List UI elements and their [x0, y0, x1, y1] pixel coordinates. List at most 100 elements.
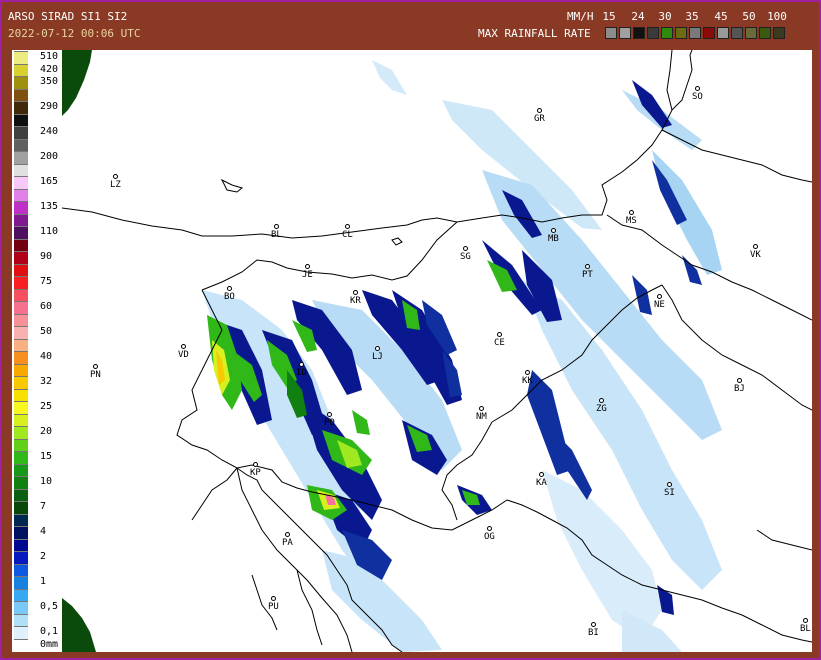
legend-label: 0mm: [40, 638, 59, 650]
radar-window: ARSO SIRAD SI1 SI2 2022-07-12 00:06 UTC …: [0, 0, 821, 660]
legend-swatch: [14, 76, 28, 89]
legend-swatch: [14, 326, 28, 339]
legend-swatch: [14, 513, 28, 526]
city-marker: [803, 618, 808, 623]
legend-label: 350: [40, 76, 59, 87]
legend-label: 165: [40, 176, 59, 187]
city-marker: [285, 532, 290, 537]
rate-scale-swatch: [619, 27, 631, 39]
city-label: SG: [460, 252, 471, 262]
rate-scale-tick: 15: [602, 10, 616, 23]
legend-label: 0,5: [40, 601, 59, 612]
legend-swatch: [14, 263, 28, 276]
rate-scale-swatch: [773, 27, 785, 39]
legend-swatch: [14, 63, 28, 76]
city-label: PT: [582, 270, 593, 280]
rate-scale-tick: 50: [742, 10, 756, 23]
map-canvas: [62, 50, 812, 652]
city-label: GR: [534, 114, 545, 124]
city-label: LZ: [110, 180, 121, 190]
legend-swatch: [14, 313, 28, 326]
legend-swatch: [14, 138, 28, 151]
rate-scale-swatch: [703, 27, 715, 39]
legend-label: 10: [40, 476, 53, 487]
rate-scale-tick: 35: [685, 10, 699, 23]
city-marker: [274, 224, 279, 229]
legend-swatch: [14, 638, 28, 651]
city-marker: [305, 264, 310, 269]
legend-swatch: [14, 188, 28, 201]
city-label: ZG: [596, 404, 607, 414]
city-marker: [667, 482, 672, 487]
legend-swatch: [14, 376, 28, 389]
rate-scale-swatch: [647, 27, 659, 39]
precipitation-layer: [202, 60, 722, 652]
city-marker: [497, 332, 502, 337]
legend-swatch: [14, 301, 28, 314]
rate-scale-swatch: [605, 27, 617, 39]
city-label: PA: [282, 538, 293, 548]
legend-swatch: [14, 176, 28, 189]
legend-swatch: [14, 351, 28, 364]
city-marker: [181, 344, 186, 349]
timestamp: 2022-07-12 00:06 UTC: [8, 27, 141, 40]
legend-swatch: [14, 563, 28, 576]
legend-swatch: [14, 388, 28, 401]
city-marker: [525, 370, 530, 375]
city-marker: [327, 412, 332, 417]
legend-swatch: [14, 588, 28, 601]
legend-swatch: [14, 451, 28, 464]
city-marker: [539, 472, 544, 477]
unit-label: MM/H: [567, 10, 594, 23]
legend-swatch: [14, 438, 28, 451]
legend-label: 50: [40, 326, 53, 337]
legend-label: 240: [40, 126, 59, 137]
rate-scale-swatch: [731, 27, 743, 39]
legend-label: 25: [40, 401, 53, 412]
city-label: MB: [548, 234, 559, 244]
city-marker: [585, 264, 590, 269]
rate-scale-swatch: [675, 27, 687, 39]
city-label: VD: [178, 350, 189, 360]
city-label: BI: [588, 628, 599, 638]
legend-label: 135: [40, 201, 59, 212]
city-label: SO: [692, 92, 703, 102]
legend-swatch: [14, 88, 28, 101]
city-marker: [299, 362, 304, 367]
city-marker: [113, 174, 118, 179]
city-label: LJ: [372, 352, 383, 362]
rate-scale-swatch: [633, 27, 645, 39]
city-marker: [657, 294, 662, 299]
city-label: PU: [268, 602, 279, 612]
product-title: ARSO SIRAD SI1 SI2: [8, 10, 128, 23]
city-label: KP: [250, 468, 261, 478]
legend-label: 40: [40, 351, 53, 362]
legend-swatch: [14, 463, 28, 476]
city-label: BL: [271, 230, 282, 240]
legend-swatch: [14, 51, 28, 64]
legend-swatch: [14, 476, 28, 489]
city-marker: [591, 622, 596, 627]
city-marker: [345, 224, 350, 229]
city-label: CE: [494, 338, 505, 348]
legend-swatch: [14, 163, 28, 176]
rate-scale-swatch: [661, 27, 673, 39]
legend-swatch: [14, 576, 28, 589]
city-marker: [463, 246, 468, 251]
legend-swatch: [14, 101, 28, 114]
legend-swatch: [14, 126, 28, 139]
city-marker: [629, 210, 634, 215]
rate-scale-swatch: [759, 27, 771, 39]
city-marker: [551, 228, 556, 233]
city-label: OG: [484, 532, 495, 542]
city-label: VK: [750, 250, 761, 260]
legend-swatch: [14, 113, 28, 126]
legend-label: 15: [40, 451, 53, 462]
legend-label: 32: [40, 376, 53, 387]
city-label: BO: [224, 292, 235, 302]
legend-label: 20: [40, 426, 53, 437]
legend-swatch: [14, 526, 28, 539]
city-label: CL: [342, 230, 353, 240]
city-marker: [375, 346, 380, 351]
legend-label: 290: [40, 101, 59, 112]
